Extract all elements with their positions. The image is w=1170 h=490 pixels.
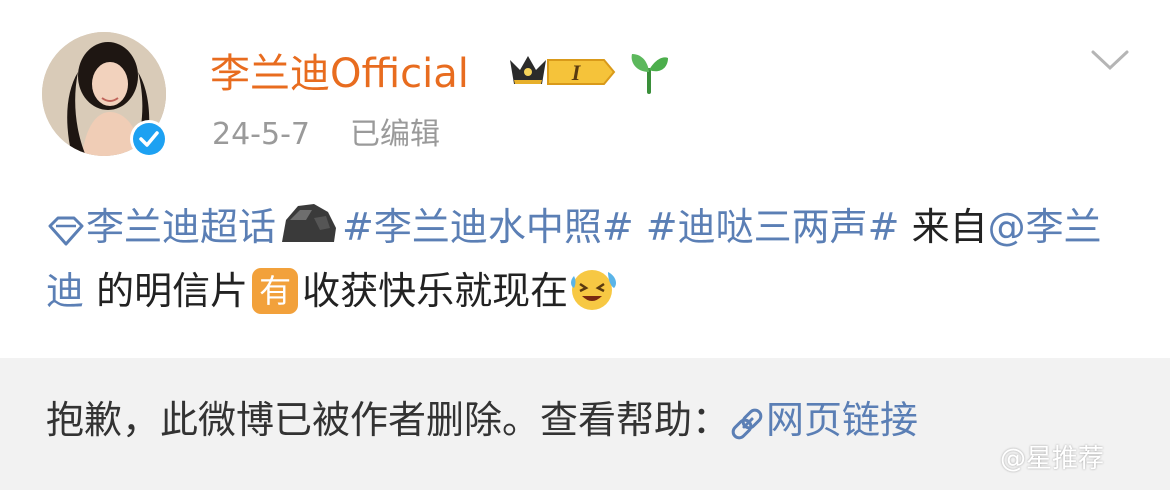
hashtag-link-1[interactable]: #李兰迪水中照#	[342, 205, 634, 249]
rock-emoji-icon	[276, 198, 342, 263]
post-meta: 24-5-7 已编辑	[212, 113, 440, 157]
content-text-1: 来自	[899, 205, 988, 249]
watermark: @星推荐	[1000, 444, 1105, 474]
post-content: 李兰迪超话 #李兰迪水中照# #迪哒三两声# 来自@李兰迪 的明信片有收获快乐就现…	[46, 198, 1136, 327]
hashtag-link-2[interactable]: #迪哒三两声#	[646, 205, 900, 249]
deleted-message: 抱歉，此微博已被作者删除。查看帮助：	[46, 398, 731, 442]
super-topic-label: 李兰迪超话	[86, 205, 277, 249]
web-link-label: 网页链接	[766, 398, 919, 442]
you-badge-icon: 有	[252, 268, 299, 314]
username[interactable]: 李兰迪Official	[210, 46, 469, 102]
crown-level-icon[interactable]: I	[506, 50, 618, 96]
verified-badge	[130, 120, 168, 158]
content-text-2: 的明信片	[84, 269, 249, 313]
deleted-notice: 抱歉，此微博已被作者删除。查看帮助： 网页链接	[46, 392, 918, 456]
super-topic-link[interactable]: 李兰迪超话	[46, 205, 276, 249]
diamond-icon	[46, 207, 86, 263]
laugh-cry-emoji-icon	[568, 264, 620, 327]
edited-label[interactable]: 已编辑	[350, 117, 440, 152]
sprout-icon	[626, 48, 672, 98]
verified-check-icon	[133, 123, 165, 155]
chevron-down-icon[interactable]	[1090, 48, 1130, 76]
level-badge-text: I	[571, 60, 582, 85]
post-date[interactable]: 24-5-7	[212, 117, 310, 152]
avatar[interactable]	[42, 32, 168, 158]
link-icon	[730, 400, 766, 456]
content-text-3: 收获快乐就现在	[302, 269, 569, 313]
deleted-notice-bar: 抱歉，此微博已被作者删除。查看帮助： 网页链接 @星推荐	[0, 358, 1170, 490]
weibo-post-card: 李兰迪Official I 24-5-7 已编辑 李兰迪超话 #李兰迪水中照# #迪…	[0, 0, 1170, 358]
web-link[interactable]: 网页链接	[730, 398, 918, 442]
